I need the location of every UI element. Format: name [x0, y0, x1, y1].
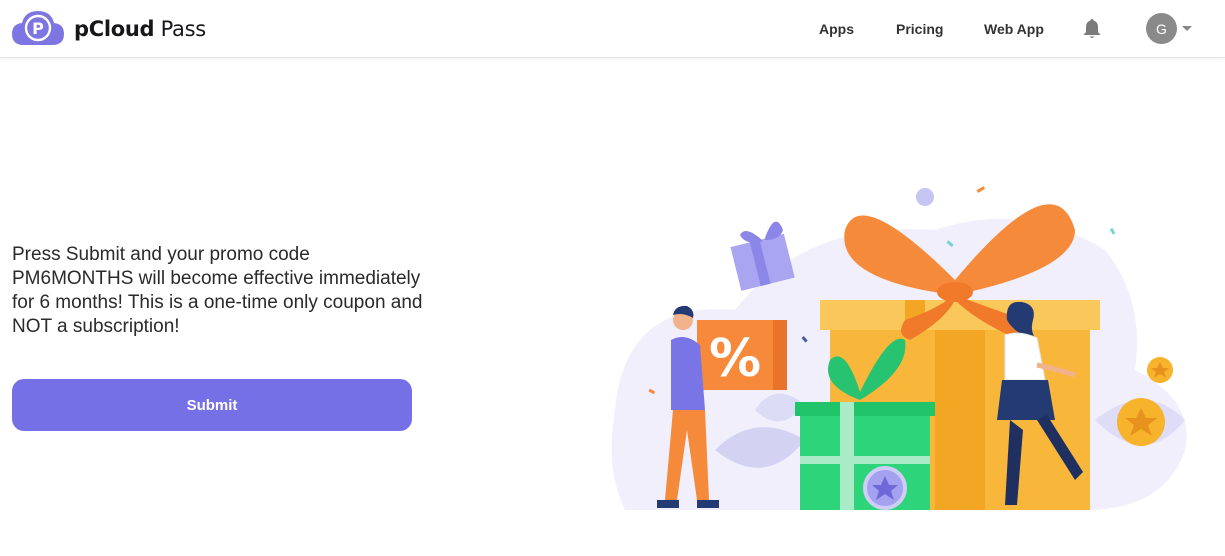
nav-webapp-wrap: Web App	[984, 0, 1044, 58]
gift-illustration: %	[611, 186, 1187, 510]
bell-icon[interactable]	[1082, 18, 1102, 45]
nav-link-apps[interactable]: Apps	[819, 21, 854, 37]
top-header: P pCloud Pass Apps Pricing Web App G	[0, 0, 1225, 58]
submit-button[interactable]: Submit	[12, 379, 412, 431]
pcloud-logo-icon: P	[12, 11, 64, 45]
brand-name: pCloud Pass	[74, 17, 206, 41]
nav-pricing-wrap: Pricing	[896, 0, 943, 58]
nav-link-pricing[interactable]: Pricing	[896, 21, 943, 37]
chevron-down-icon	[1182, 26, 1192, 31]
svg-text:P: P	[32, 19, 44, 38]
nav-apps-wrap: Apps	[819, 0, 854, 58]
avatar: G	[1146, 13, 1177, 44]
promo-message: Press Submit and your promo code PM6MONT…	[12, 244, 423, 337]
percent-sign: %	[709, 329, 761, 389]
nav-link-web-app[interactable]: Web App	[984, 21, 1044, 37]
user-menu[interactable]: G	[1146, 13, 1192, 44]
brand-logo[interactable]: P pCloud Pass	[12, 10, 206, 48]
